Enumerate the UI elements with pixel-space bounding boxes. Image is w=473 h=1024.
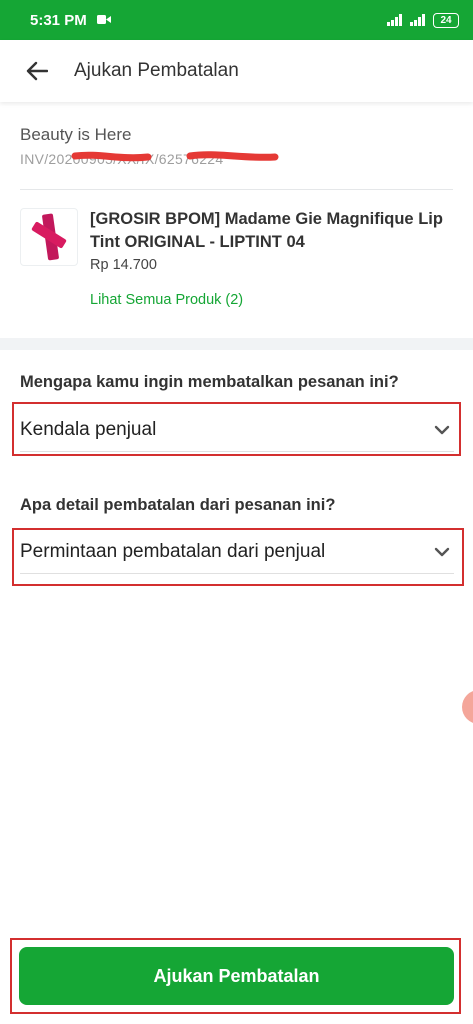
status-time: 5:31 PM [30,11,87,29]
product-image [20,208,78,266]
lip-tint-icon [31,213,67,261]
app-bar: Ajukan Pembatalan [0,40,473,102]
section-separator [0,338,473,350]
reason-dropdown[interactable]: Kendala penjual [20,408,454,452]
video-icon [96,12,111,29]
redaction-mark [71,151,279,162]
order-summary-card: Beauty is Here INV/20200905/XX/IX/625762… [0,112,473,338]
submit-cancel-button[interactable]: Ajukan Pembatalan [19,947,454,1005]
shop-name: Beauty is Here [20,125,132,144]
reason-question: Mengapa kamu ingin membatalkan pesanan i… [20,373,399,391]
arrow-left-icon [26,61,48,81]
invoice-row: INV/20200905/XX/IX/62576224 [20,151,453,171]
product-price: Rp 14.700 [90,257,157,273]
product-name: [GROSIR BPOM] Madame Gie Magnifique Lip … [90,210,443,251]
reason-value: Kendala penjual [20,418,157,440]
chevron-down-icon [434,425,450,434]
signal-hd-icon [410,14,425,26]
detail-dropdown[interactable]: Permintaan pembatalan dari penjual [20,530,454,574]
signal-icon [387,14,402,26]
status-bar: 5:31 PM 24 [0,0,473,40]
page-title: Ajukan Pembatalan [74,60,239,81]
battery-icon: 24 [433,12,459,28]
divider [20,189,453,190]
product-row[interactable]: [GROSIR BPOM] Madame Gie Magnifique Lip … [20,208,453,308]
product-info: [GROSIR BPOM] Madame Gie Magnifique Lip … [90,208,450,308]
chevron-down-icon [434,547,450,556]
see-all-products-link[interactable]: Lihat Semua Produk (2) [90,292,450,308]
detail-question: Apa detail pembatalan dari pesanan ini? [20,496,336,514]
back-button[interactable] [0,40,74,102]
battery-level: 24 [440,14,452,26]
detail-value: Permintaan pembatalan dari penjual [20,540,326,562]
floating-button[interactable] [462,690,473,724]
